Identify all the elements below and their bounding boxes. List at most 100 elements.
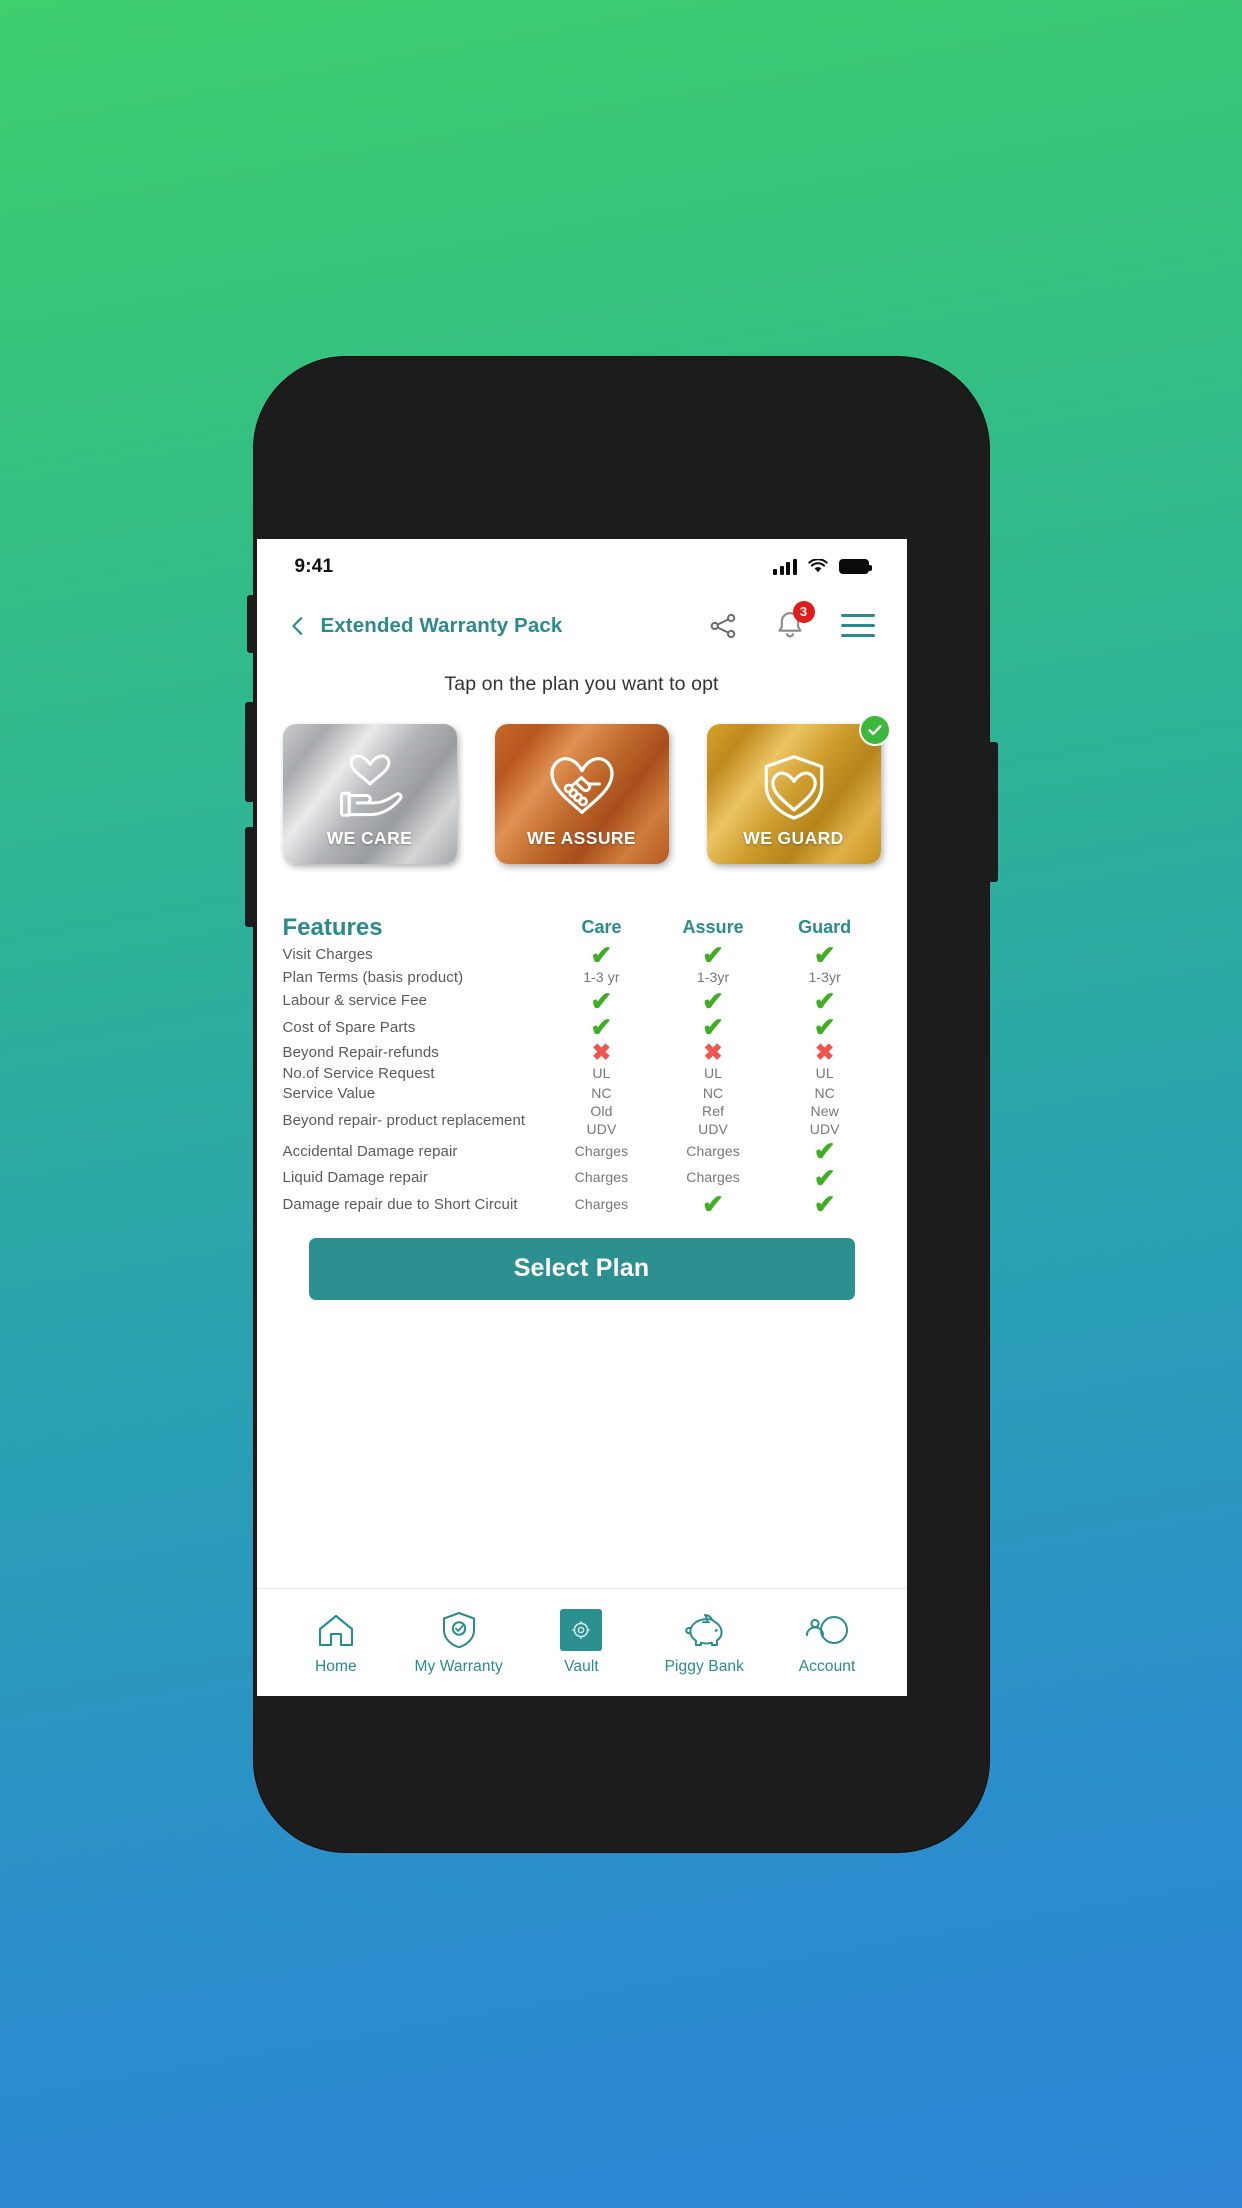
battery-full-icon (838, 559, 872, 574)
table-row: Beyond Repair-refunds ✖ ✖ ✖ (282, 1038, 881, 1065)
plan-card-we-guard[interactable]: WE GUARD (706, 713, 891, 864)
nav-label: Vault (564, 1657, 599, 1675)
feature-value-assure: Charges (686, 1142, 740, 1159)
phone-device-frame: 9:41 Extended Warranty Pack 3 Tap on the… (244, 356, 998, 1852)
feature-value-guard: ✔ (769, 988, 881, 1015)
features-table-section: Features Care Assure Guard Visit Charges… (257, 864, 907, 1218)
feature-value-guard: New UDV (809, 1103, 840, 1137)
handshake-heart-icon (549, 756, 614, 814)
app-bar: Extended Warranty Pack 3 (257, 595, 907, 657)
check-icon: ✔ (813, 939, 836, 970)
status-indicators (773, 558, 872, 575)
check-icon: ✔ (813, 1136, 836, 1166)
feature-value-assure: ✖ (657, 1038, 769, 1065)
feature-value-assure: ✔ (657, 1191, 769, 1218)
selected-check-badge (858, 713, 891, 746)
cross-icon: ✖ (703, 1038, 723, 1065)
feature-value-guard: ✔ (769, 1014, 881, 1041)
nav-item-piggy-bank[interactable]: Piggy Bank (643, 1609, 766, 1676)
table-row: Beyond repair- product replacement Old UDV… (283, 1103, 881, 1138)
status-bar: 9:41 (257, 539, 907, 595)
feature-value-assure: UL (704, 1065, 723, 1081)
account-icon (804, 1609, 850, 1651)
app-bar-actions: 3 (707, 600, 875, 642)
feature-value-care: Charges (574, 1169, 629, 1185)
feature-value-guard: ✔ (769, 1165, 881, 1192)
check-icon: ✔ (813, 985, 836, 1016)
heart-in-hand-icon (339, 754, 402, 817)
nav-item-home[interactable]: Home (275, 1609, 398, 1676)
feature-label: Plan Terms (basis product) (282, 969, 464, 986)
feature-value-care: NC (591, 1084, 612, 1101)
check-icon: ✔ (702, 939, 724, 970)
feature-value-assure: NC (702, 1084, 724, 1101)
select-plan-button[interactable]: Select Plan (308, 1237, 855, 1300)
notification-badge: 3 (792, 600, 815, 623)
nav-item-account[interactable]: Account (766, 1609, 889, 1676)
feature-value-guard: ✔ (769, 942, 881, 969)
feature-value-guard: ✔ (769, 1191, 881, 1218)
check-icon: ✔ (590, 939, 613, 970)
app-screen: 9:41 Extended Warranty Pack 3 Tap on the… (256, 538, 907, 1696)
check-icon: ✔ (590, 1012, 613, 1042)
feature-value-assure: ✔ (657, 988, 769, 1015)
feature-value-assure: ✔ (657, 1014, 769, 1041)
volume-up-button[interactable] (244, 701, 255, 802)
plan-label: WE ASSURE (527, 827, 636, 848)
check-icon: ✔ (702, 985, 724, 1016)
cross-icon: ✖ (814, 1038, 835, 1065)
feature-value-care: ✔ (546, 988, 658, 1015)
hamburger-menu-icon[interactable] (840, 614, 875, 637)
status-time: 9:41 (294, 555, 334, 577)
table-row: Accidental Damage repair Charges Charges ✔ (283, 1138, 881, 1165)
feature-value-care: Charges (574, 1142, 629, 1159)
bottom-navigation-bar: Home My Warranty Vault Piggy Bank Accoun… (256, 1587, 907, 1696)
feature-label: Beyond Repair-refunds (282, 1043, 439, 1061)
home-icon (316, 1609, 356, 1651)
nav-label: Account (798, 1657, 856, 1675)
plan-card-we-care[interactable]: WE CARE (282, 723, 457, 864)
table-row: Labour & service Fee ✔ ✔ ✔ (283, 988, 881, 1015)
feature-value-assure: Charges (686, 1169, 740, 1185)
mute-switch[interactable] (246, 594, 255, 653)
feature-label: Cost of Spare Parts (282, 1018, 416, 1036)
feature-value-guard: ✔ (769, 1138, 881, 1165)
cross-icon: ✖ (591, 1038, 612, 1065)
feature-value-care: ✔ (546, 1014, 658, 1041)
back-chevron-icon[interactable] (287, 615, 309, 637)
check-icon: ✔ (813, 1012, 836, 1042)
feature-label: Beyond repair- product replacement (282, 1111, 526, 1129)
table-row: Plan Terms (basis product) 1-3 yr 1-3yr 1-3… (283, 968, 881, 988)
table-row: Cost of Spare Parts ✔ ✔ ✔ (283, 1014, 881, 1041)
features-table-body: Visit Charges ✔ ✔ ✔ Plan Terms (basis produc… (283, 942, 881, 1218)
nav-item-vault[interactable]: Vault (520, 1608, 643, 1676)
nav-item-my-warranty[interactable]: My Warranty (397, 1609, 520, 1676)
wifi-icon (807, 559, 828, 573)
features-table: Features Care Assure Guard Visit Charges… (283, 914, 881, 1218)
nav-label: Piggy Bank (664, 1657, 744, 1675)
feature-label: No.of Service Request (282, 1065, 435, 1082)
power-button[interactable] (987, 741, 998, 882)
share-icon (710, 613, 735, 638)
column-header-care: Care (581, 917, 622, 937)
feature-value-care: ✔ (546, 942, 658, 969)
table-row: Service Value NC NC NC (283, 1084, 881, 1104)
check-icon: ✔ (813, 1162, 836, 1193)
nav-label: My Warranty (414, 1657, 503, 1675)
check-icon: ✔ (702, 1189, 724, 1219)
feature-label: Labour & service Fee (282, 992, 428, 1009)
feature-label: Visit Charges (282, 946, 373, 963)
share-button[interactable] (707, 611, 739, 641)
shield-check-icon (440, 1609, 478, 1651)
feature-value-guard: UL (815, 1065, 834, 1081)
volume-down-button[interactable] (244, 826, 255, 927)
feature-value-care: Charges (574, 1195, 629, 1212)
feature-value-care: ✖ (546, 1038, 658, 1065)
table-row: No.of Service Request UL UL UL (283, 1064, 881, 1084)
notifications-button[interactable]: 3 (775, 600, 815, 642)
table-row: Liquid Damage repair Charges Charges ✔ (283, 1165, 881, 1192)
check-circle-icon (867, 724, 882, 735)
plan-label: WE GUARD (743, 827, 844, 848)
plan-card-we-assure[interactable]: WE ASSURE (494, 723, 669, 864)
feature-label: Damage repair due to Short Circuit (282, 1195, 518, 1213)
